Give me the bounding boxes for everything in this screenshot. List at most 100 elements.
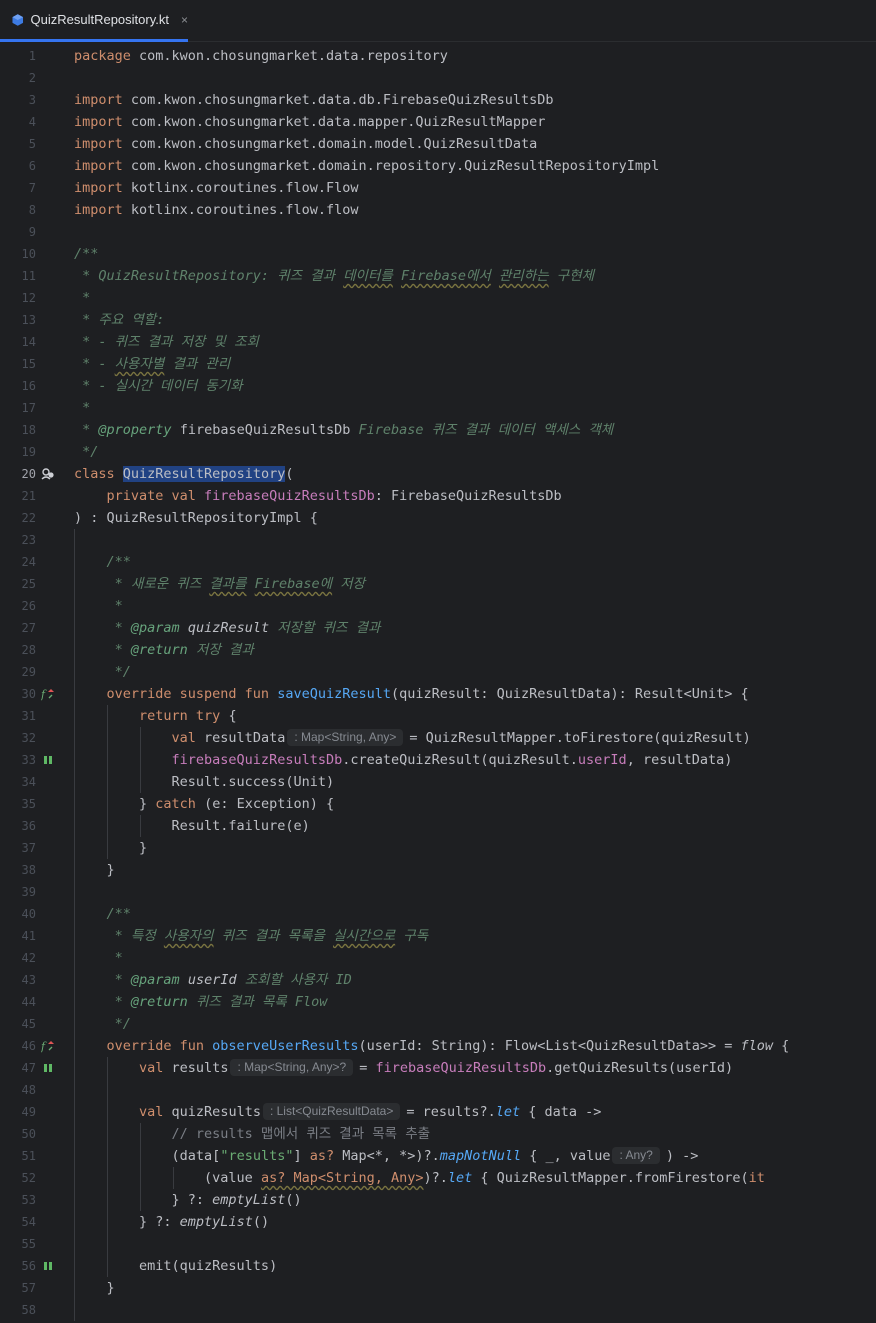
close-icon[interactable]: × [181, 13, 188, 27]
code-line[interactable]: */ [74, 441, 98, 463]
code-token: kotlinx.coroutines.flow.flow [130, 202, 359, 218]
code-line[interactable]: class QuizResultRepository( [74, 463, 293, 485]
code-line[interactable]: * [74, 397, 90, 419]
code-line[interactable]: Result.success(Unit) [74, 771, 335, 793]
override-suspend-icon[interactable]: f [40, 1035, 56, 1057]
code-line[interactable]: * - 퀴즈 결과 저장 및 조회 [74, 331, 259, 353]
code-line[interactable]: val resultData: Map<String, Any> = QuizRe… [74, 727, 751, 749]
tab-quiz-result-repository[interactable]: QuizResultRepository.kt × [0, 0, 188, 42]
code-token: * [74, 994, 131, 1010]
code-token: * [74, 972, 131, 988]
code-line[interactable]: * [74, 947, 123, 969]
code-token: : FirebaseQuizResultsDb [374, 488, 562, 504]
editor-tab-bar: QuizResultRepository.kt × [0, 0, 876, 42]
code-line[interactable]: import com.kwon.chosungmarket.domain.mod… [74, 133, 537, 155]
code-line[interactable]: } catch (e: Exception) { [74, 793, 334, 815]
code-token: * [74, 620, 131, 636]
code-line[interactable]: */ [74, 1013, 131, 1035]
code-line[interactable]: private val firebaseQuizResultsDb: Fireb… [74, 485, 562, 507]
code-line[interactable]: } [74, 1277, 115, 1299]
code-line[interactable]: import com.kwon.chosungmarket.domain.rep… [74, 155, 659, 177]
code-line[interactable]: */ [74, 661, 131, 683]
code-line[interactable]: * @param userId 조회할 사용자 ID [74, 969, 352, 991]
code-token: * [74, 422, 99, 438]
code-line[interactable]: * @return 퀴즈 결과 목록 Flow [74, 991, 328, 1013]
code-line[interactable]: val quizResults: List<QuizResultData> = r… [74, 1101, 601, 1123]
code-line[interactable]: package com.kwon.chosungmarket.data.repo… [74, 45, 448, 67]
code-line[interactable]: * - 사용자별 결과 관리 [74, 353, 230, 375]
code-token: firebaseQuizResultsDb [74, 752, 343, 768]
code-line[interactable]: * 주요 역할: [74, 309, 164, 331]
code-token: as? Map<String, Any> [260, 1170, 424, 1186]
code-line[interactable]: (data["results"] as? Map<*, *>)?.mapNotN… [74, 1145, 698, 1167]
code-line[interactable]: * [74, 595, 123, 617]
code-line[interactable]: (value as? Map<String, Any>)?.let { Quiz… [74, 1167, 765, 1189]
suspend-call-icon[interactable] [40, 1057, 56, 1079]
code-line[interactable]: * @return 저장 결과 [74, 639, 254, 661]
line-number: 25 [21, 577, 36, 591]
code-token: saveQuizResult [277, 686, 391, 702]
code-line[interactable]: import com.kwon.chosungmarket.data.db.Fi… [74, 89, 554, 111]
code-line[interactable]: /** [74, 903, 131, 925]
code-line[interactable]: import kotlinx.coroutines.flow.flow [74, 199, 358, 221]
code-token: @return [130, 642, 188, 658]
code-token: * 주요 역할: [74, 312, 165, 328]
kotlin-file-icon [12, 13, 24, 26]
code-token: /** [74, 554, 131, 570]
line-number: 57 [21, 1281, 36, 1295]
code-token: firebaseQuizResultsDb [375, 1060, 547, 1076]
class-users-icon[interactable] [40, 463, 56, 485]
code-line[interactable]: override fun observeUserResults(userId: … [74, 1035, 790, 1057]
code-line[interactable]: firebaseQuizResultsDb.createQuizResult(q… [74, 749, 733, 771]
code-line[interactable]: import kotlinx.coroutines.flow.Flow [74, 177, 358, 199]
suspend-call-icon[interactable] [40, 749, 56, 771]
line-number: 10 [21, 247, 36, 261]
code-token: */ [74, 444, 99, 460]
code-line[interactable]: } [74, 859, 115, 881]
code-token: com.kwon.chosungmarket.data.mapper.QuizR… [130, 114, 546, 130]
svg-text:f: f [41, 688, 47, 701]
indent-guide [74, 529, 75, 1321]
code-token: "results" [220, 1148, 294, 1164]
code-token: .createQuizResult(quizResult. [342, 752, 578, 768]
code-token: firebaseQuizResultsDb [204, 488, 375, 504]
code-token: } [74, 840, 148, 856]
code-token: () [285, 1192, 302, 1208]
code-token: = QuizResultMapper.toFirestore(quizResul… [409, 730, 751, 746]
code-token: let [447, 1170, 473, 1186]
code-line[interactable]: override suspend fun saveQuizResult(quiz… [74, 683, 749, 705]
code-line[interactable]: import com.kwon.chosungmarket.data.mappe… [74, 111, 545, 133]
code-line[interactable]: } [74, 837, 147, 859]
code-token: @property [98, 422, 172, 438]
code-token: * QuizResultRepository: 퀴즈 결과 [74, 268, 344, 284]
code-token: * - [74, 356, 115, 372]
code-line[interactable]: // results 맵에서 퀴즈 결과 목록 추출 [74, 1123, 431, 1145]
line-number: 23 [21, 533, 36, 547]
override-suspend-icon[interactable]: f [40, 683, 56, 705]
code-line[interactable]: * @param quizResult 저장할 퀴즈 결과 [74, 617, 381, 639]
code-line[interactable]: * 새로운 퀴즈 결과를 Firebase에 저장 [74, 573, 365, 595]
code-line[interactable]: /** [74, 551, 131, 573]
code-line[interactable]: return try { [74, 705, 237, 727]
code-token: (userId: String): Flow<List<QuizResultDa… [358, 1038, 741, 1054]
suspend-call-icon[interactable] [40, 1255, 56, 1277]
code-line[interactable]: * QuizResultRepository: 퀴즈 결과 데이터를 Fireb… [74, 265, 594, 287]
code-line[interactable]: * - 실시간 데이터 동기화 [74, 375, 243, 397]
code-token: ( [285, 466, 294, 482]
code-line[interactable]: } ?: emptyList() [74, 1189, 302, 1211]
code-token: 결과 관리 [164, 356, 231, 372]
code-token: { [773, 1038, 790, 1054]
code-line[interactable]: } ?: emptyList() [74, 1211, 269, 1233]
code-editor[interactable]: 1 2 3 4 5 6 7 8 9 10 11 12 13 14 15 16 17 18 19 20 21 22 23 24 2… [0, 42, 876, 1323]
code-line[interactable]: /** [74, 243, 98, 265]
code-line[interactable]: emit(quizResults) [74, 1255, 277, 1277]
code-line[interactable]: * @property firebaseQuizResultsDb Fireba… [74, 419, 613, 441]
code-line[interactable]: val results: Map<String, Any>? = firebase… [74, 1057, 733, 1079]
code-line[interactable]: Result.failure(e) [74, 815, 310, 837]
code-line[interactable]: * [74, 287, 90, 309]
code-token: ] [293, 1148, 310, 1164]
code-line[interactable]: ) : QuizResultRepositoryImpl { [74, 507, 318, 529]
line-number: 46 [21, 1039, 36, 1053]
code-line[interactable]: * 특정 사용자의 퀴즈 결과 목록을 실시간으로 구독 [74, 925, 428, 947]
